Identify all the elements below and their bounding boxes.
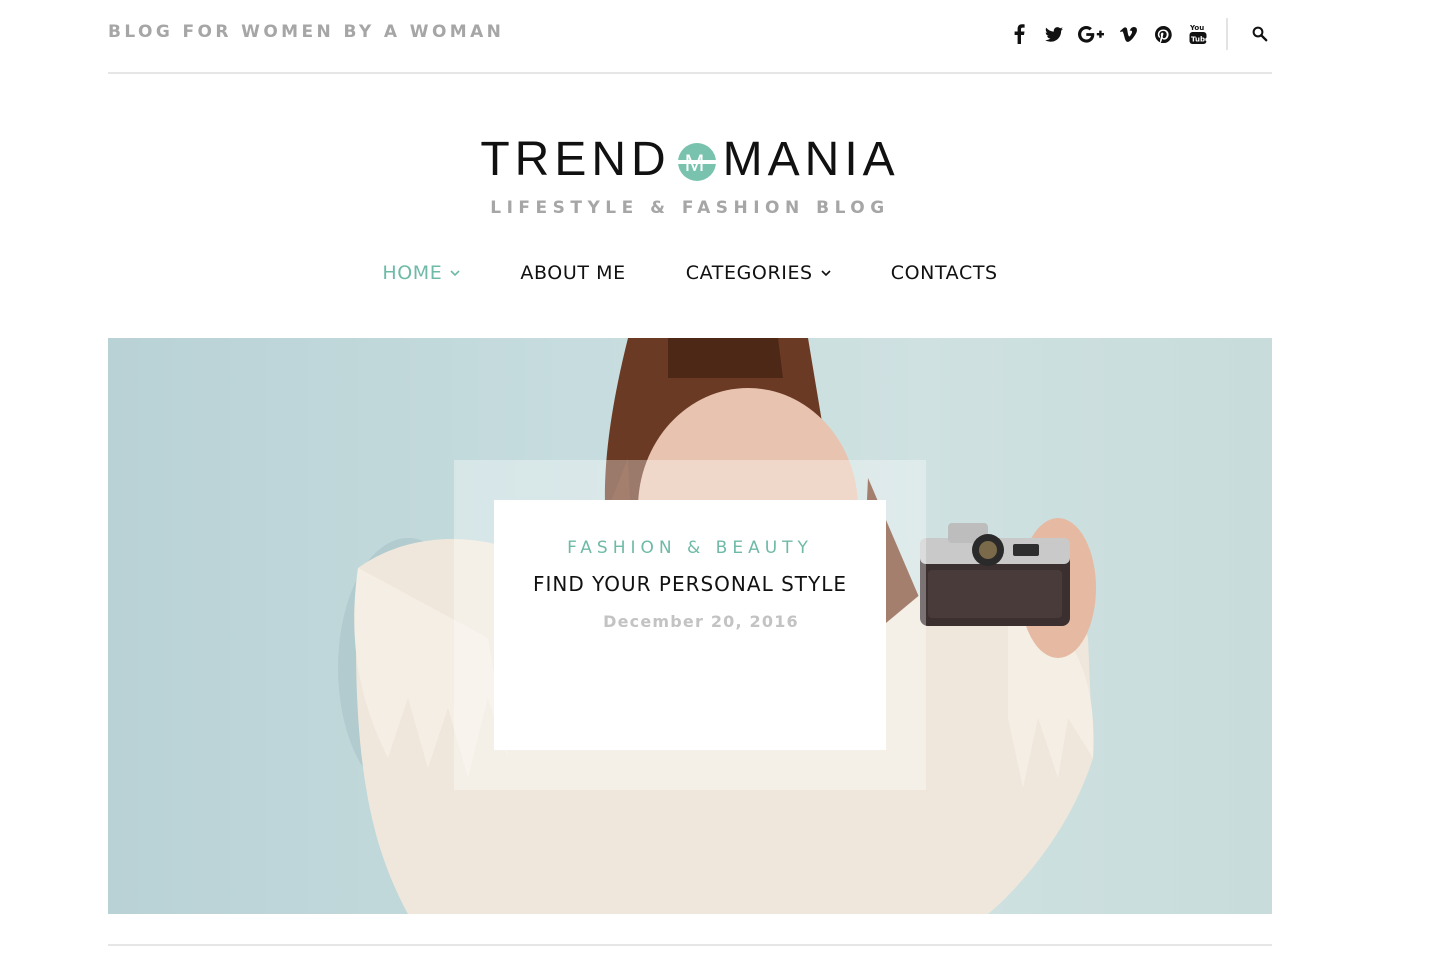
- chevron-down-icon: [821, 270, 831, 277]
- site-logo[interactable]: TREND M MANIA: [480, 128, 899, 190]
- facebook-icon[interactable]: [1006, 21, 1032, 47]
- pinterest-icon[interactable]: [1150, 21, 1176, 47]
- vimeo-icon[interactable]: [1115, 21, 1141, 47]
- google-plus-icon[interactable]: [1076, 21, 1106, 47]
- section-divider: [108, 944, 1272, 946]
- nav-item-label: ABOUT ME: [520, 262, 626, 284]
- logo-mark-icon: M: [677, 139, 717, 181]
- twitter-icon[interactable]: [1041, 21, 1067, 47]
- search-icon[interactable]: [1252, 26, 1274, 48]
- logo-text-right: MANIA: [722, 132, 900, 186]
- nav-item-about-me[interactable]: ABOUT ME: [490, 262, 655, 284]
- youtube-icon[interactable]: You Tube: [1185, 21, 1211, 47]
- post-category[interactable]: FASHION & BEAUTY: [494, 538, 886, 558]
- social-links: You Tube: [1006, 21, 1220, 47]
- site-subtitle: LIFESTYLE & FASHION BLOG: [490, 198, 890, 218]
- svg-text:Tube: Tube: [1191, 36, 1207, 44]
- site-brand: TREND M MANIA LIFESTYLE & FASHION BLOG: [0, 128, 1380, 219]
- top-bar: BLOG FOR WOMEN BY A WOMAN You Tube: [108, 0, 1272, 74]
- site-tagline: BLOG FOR WOMEN BY A WOMAN: [108, 22, 505, 42]
- svg-text:You: You: [1189, 24, 1204, 32]
- header-divider: [1226, 18, 1228, 50]
- nav-item-label: CONTACTS: [890, 262, 998, 284]
- nav-item-categories[interactable]: CATEGORIES: [656, 262, 861, 284]
- featured-post-card[interactable]: FASHION & BEAUTY FIND YOUR PERSONAL STYL…: [494, 500, 886, 750]
- logo-mark-letter: M: [684, 150, 709, 177]
- chevron-down-icon: [450, 270, 460, 277]
- post-date: December 20, 2016: [603, 612, 799, 631]
- main-nav: HOME ABOUT ME CATEGORIES CONTACTS: [0, 262, 1380, 284]
- nav-item-contacts[interactable]: CONTACTS: [861, 262, 1028, 284]
- featured-post[interactable]: FASHION & BEAUTY FIND YOUR PERSONAL STYL…: [108, 338, 1272, 914]
- nav-item-home[interactable]: HOME: [352, 262, 490, 284]
- logo-text-left: TREND: [480, 132, 671, 186]
- nav-item-label: HOME: [382, 262, 443, 284]
- post-title[interactable]: FIND YOUR PERSONAL STYLE: [494, 572, 886, 596]
- nav-item-label: CATEGORIES: [685, 262, 813, 284]
